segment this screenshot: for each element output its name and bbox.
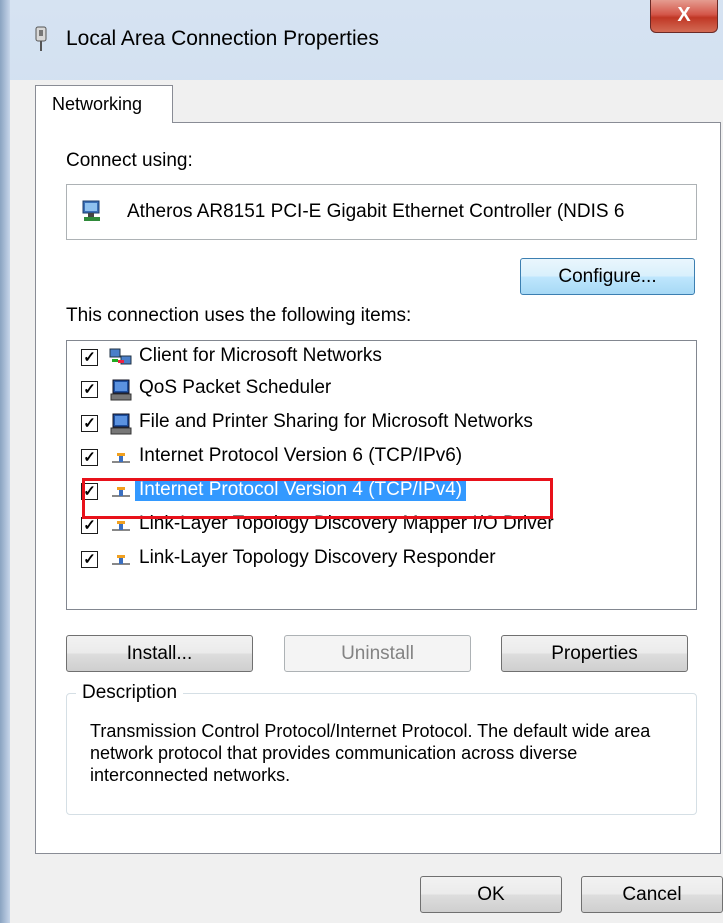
item-label: QoS Packet Scheduler: [139, 377, 332, 398]
cancel-button[interactable]: Cancel: [581, 876, 723, 913]
list-item[interactable]: ✓ QoS Packet Scheduler: [81, 375, 691, 405]
protocol-icon: [112, 453, 130, 463]
item-label: Client for Microsoft Networks: [139, 345, 382, 366]
uninstall-button[interactable]: Uninstall: [284, 635, 471, 672]
item-label: Internet Protocol Version 6 (TCP/IPv6): [139, 445, 463, 466]
close-button[interactable]: X: [650, 0, 718, 33]
description-legend: Description: [76, 682, 184, 704]
description-text: Transmission Control Protocol/Internet P…: [90, 721, 651, 785]
connect-using-label: Connect using:: [66, 150, 193, 171]
network-client-icon: [109, 348, 132, 365]
checkbox[interactable]: ✓: [81, 349, 98, 366]
network-adapter-icon: [35, 26, 47, 51]
checkbox[interactable]: ✓: [81, 551, 98, 568]
checkbox[interactable]: ✓: [81, 381, 98, 398]
items-label: This connection uses the following items…: [66, 305, 412, 326]
list-item[interactable]: ✓ Client for Microsoft Networks: [81, 343, 691, 373]
protocol-icon: [112, 555, 130, 565]
network-adapter-icon: [82, 200, 100, 221]
list-item[interactable]: ✓ File and Printer Sharing for Microsoft…: [81, 409, 691, 439]
service-icon: [110, 413, 132, 435]
install-button[interactable]: Install...: [66, 635, 253, 672]
items-list[interactable]: ✓ Client for Microsoft Networks ✓ QoS Pa…: [66, 340, 697, 610]
list-item[interactable]: ✓ Link-Layer Topology Discovery Responde…: [81, 545, 691, 575]
service-icon: [110, 379, 132, 401]
window-title: Local Area Connection Properties: [66, 27, 379, 50]
configure-button[interactable]: Configure...: [520, 258, 695, 295]
annotation-highlight: [82, 478, 553, 519]
properties-button[interactable]: Properties: [501, 635, 688, 672]
tab-networking[interactable]: Networking: [35, 85, 173, 123]
adapter-field: Atheros AR8151 PCI-E Gigabit Ethernet Co…: [66, 184, 697, 240]
item-label: File and Printer Sharing for Microsoft N…: [139, 411, 533, 432]
adapter-name: Atheros AR8151 PCI-E Gigabit Ethernet Co…: [127, 201, 625, 222]
title-bar[interactable]: Local Area Connection Properties X: [0, 0, 723, 80]
item-label: Link-Layer Topology Discovery Responder: [139, 547, 496, 568]
ok-button[interactable]: OK: [420, 876, 562, 913]
checkbox[interactable]: ✓: [81, 415, 98, 432]
checkbox[interactable]: ✓: [81, 517, 98, 534]
checkbox[interactable]: ✓: [81, 449, 98, 466]
list-item[interactable]: ✓ Internet Protocol Version 6 (TCP/IPv6): [81, 443, 691, 473]
window-left-edge: [0, 0, 10, 923]
